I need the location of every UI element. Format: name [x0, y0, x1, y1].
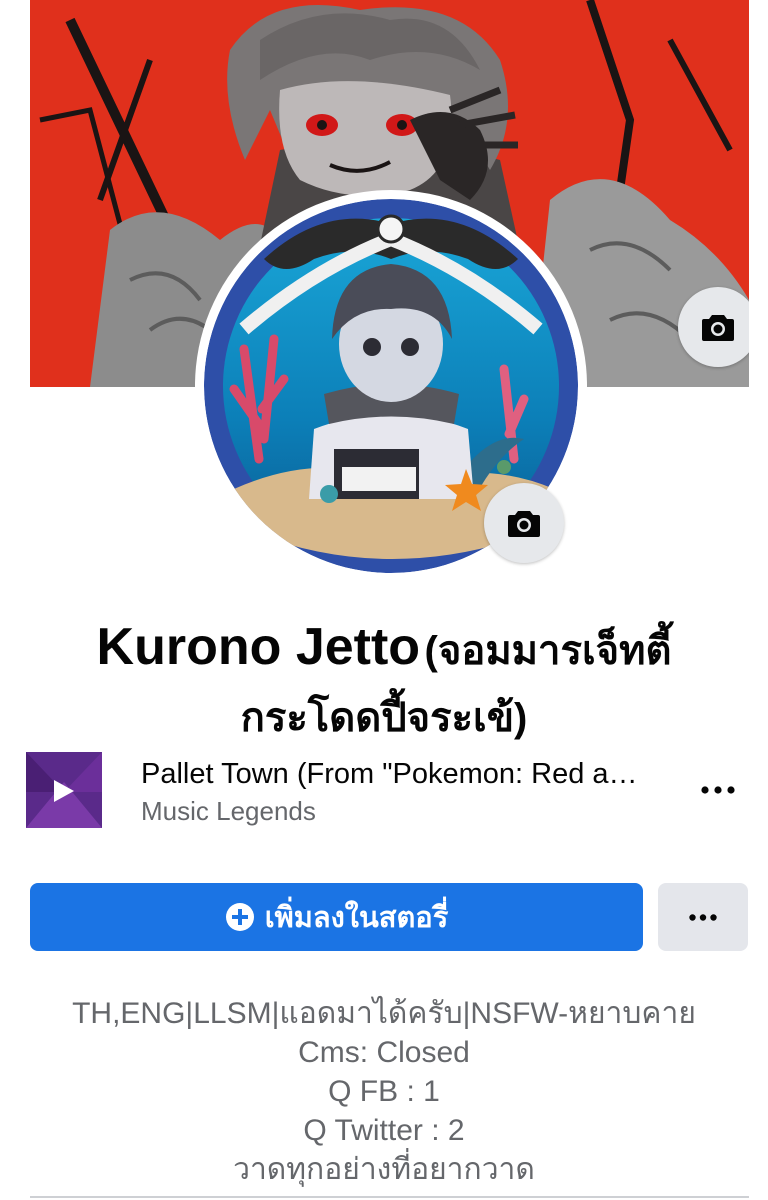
- edit-cover-camera-button[interactable]: [678, 287, 749, 367]
- album-art: [26, 752, 102, 828]
- profile-name: Kurono Jetto (จอมมารเจ็ทตี้ กระโดดปี้จระ…: [40, 618, 728, 756]
- add-to-story-label: เพิ่มลงในสตอรี่: [264, 902, 449, 934]
- song-title: Pallet Town (From "Pokemon: Red a…: [141, 758, 638, 790]
- camera-icon: [702, 315, 734, 341]
- section-divider: [30, 1196, 749, 1198]
- camera-icon: [508, 511, 540, 537]
- bio-line: Q FB : 1: [328, 1075, 440, 1108]
- bio-line: Cms: Closed: [298, 1036, 470, 1069]
- song-artist: Music Legends: [141, 796, 316, 826]
- music-more-button[interactable]: [698, 772, 738, 808]
- profile-name-alt-line2: กระโดดปี้จระเข้): [240, 696, 528, 740]
- more-horizontal-icon: [701, 786, 735, 794]
- profile-name-main: Kurono Jetto: [96, 618, 421, 676]
- profile-more-button[interactable]: [658, 883, 748, 951]
- more-horizontal-icon: [689, 913, 717, 921]
- album-artwork: [26, 752, 102, 828]
- profile-name-alt-line1: (จอมมารเจ็ทตี้: [424, 629, 672, 673]
- profile-music[interactable]: Pallet Town (From "Pokemon: Red a… Music…: [26, 752, 748, 832]
- bio-line: Q Twitter : 2: [303, 1114, 465, 1147]
- profile-page: Kurono Jetto (จอมมารเจ็ทตี้ กระโดดปี้จระ…: [0, 0, 768, 1200]
- bio-line: TH,ENG|LLSM|แอดมาได้ครับ|NSFW-หยาบคาย: [72, 997, 696, 1030]
- bio-line: วาดทุกอย่างที่อยากวาด: [233, 1153, 535, 1186]
- profile-bio: TH,ENG|LLSM|แอดมาได้ครับ|NSFW-หยาบคาย Cm…: [20, 994, 748, 1189]
- plus-circle-icon: [225, 903, 254, 931]
- edit-avatar-camera-button[interactable]: [484, 483, 564, 563]
- add-to-story-button[interactable]: เพิ่มลงในสตอรี่: [30, 883, 643, 951]
